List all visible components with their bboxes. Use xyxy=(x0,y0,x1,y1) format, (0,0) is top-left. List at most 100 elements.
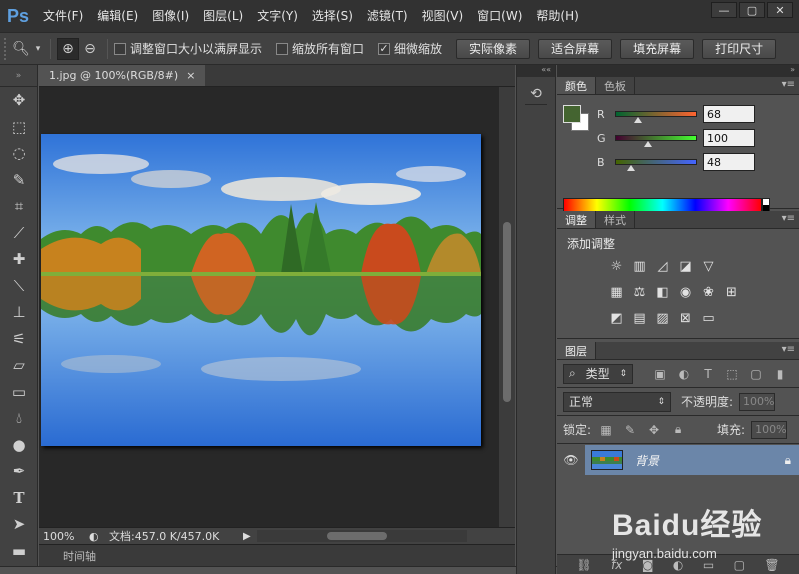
vertical-scrollbar[interactable] xyxy=(499,87,515,527)
fill-screen-button[interactable]: 填充屏幕 xyxy=(620,38,695,59)
tab-adjustments[interactable]: 调整 xyxy=(557,211,596,228)
photo-filter-icon[interactable]: ◉ xyxy=(676,283,695,302)
invert-icon[interactable]: ◩ xyxy=(607,309,626,328)
lock-transparent-pixels-icon[interactable]: ▦ xyxy=(597,421,615,439)
lasso-tool-icon[interactable]: ◌ xyxy=(0,140,38,167)
new-layer-icon[interactable]: ▢ xyxy=(734,558,745,572)
quick-selection-tool-icon[interactable]: ✎ xyxy=(0,167,38,194)
resize-windows-option[interactable]: 调整窗口大小以满屏显示 xyxy=(114,40,262,57)
menu-select[interactable]: 选择(S) xyxy=(305,0,360,32)
filter-pixel-icon[interactable]: ▣ xyxy=(651,365,669,383)
menu-window[interactable]: 窗口(W) xyxy=(470,0,529,32)
pen-tool-icon[interactable]: ✒ xyxy=(0,458,38,485)
dock-expand-icon[interactable]: «« xyxy=(517,65,555,77)
brightness-contrast-icon[interactable]: ☼ xyxy=(607,257,626,276)
filter-toggle-icon[interactable]: ▮ xyxy=(771,365,789,383)
vertical-scroll-thumb[interactable] xyxy=(503,222,511,402)
brush-tool-icon[interactable]: ⟍ xyxy=(0,273,38,300)
panel-menu-icon[interactable]: ▾≡ xyxy=(782,79,795,90)
actual-pixels-button[interactable]: 实际像素 xyxy=(456,38,531,59)
tab-swatches[interactable]: 色板 xyxy=(596,77,635,94)
lock-position-icon[interactable]: ✥ xyxy=(645,421,663,439)
dodge-tool-icon[interactable]: ● xyxy=(0,432,38,459)
fill-field[interactable]: 100% xyxy=(751,420,788,439)
status-icon[interactable]: ◐ xyxy=(89,530,103,543)
panel-menu-icon[interactable]: ▾≡ xyxy=(782,213,795,224)
print-size-button[interactable]: 打印尺寸 xyxy=(702,38,777,59)
move-tool-icon[interactable]: ✥ xyxy=(0,87,38,114)
tool-preset-dropdown-icon[interactable]: ▾ xyxy=(32,38,44,60)
healing-brush-tool-icon[interactable]: ✚ xyxy=(0,246,38,273)
layer-style-icon[interactable]: fx xyxy=(611,558,622,572)
threshold-icon[interactable]: ▨ xyxy=(653,309,672,328)
panels-collapse-icon[interactable]: » xyxy=(557,65,799,77)
red-slider[interactable] xyxy=(615,111,697,123)
curves-icon[interactable]: ◿ xyxy=(653,257,672,276)
maximize-button[interactable]: ▢ xyxy=(739,2,765,18)
add-mask-icon[interactable]: ◙ xyxy=(642,558,654,572)
posterize-icon[interactable]: ▤ xyxy=(630,309,649,328)
marquee-tool-icon[interactable]: ⬚ xyxy=(0,114,38,141)
menu-filter[interactable]: 滤镜(T) xyxy=(360,0,415,32)
menu-help[interactable]: 帮助(H) xyxy=(529,0,585,32)
new-group-icon[interactable]: ▭ xyxy=(703,558,714,572)
canvas[interactable] xyxy=(39,87,499,527)
eyedropper-tool-icon[interactable]: ⟋ xyxy=(0,220,38,247)
zoom-all-windows-option[interactable]: 缩放所有窗口 xyxy=(276,40,364,57)
zoom-tool-icon[interactable]: 🔍︎ xyxy=(10,38,32,60)
type-tool-icon[interactable]: T xyxy=(0,485,38,512)
blue-slider[interactable] xyxy=(615,159,697,171)
zoom-out-icon[interactable]: ⊖ xyxy=(79,38,101,60)
status-menu-icon[interactable]: ▶ xyxy=(243,531,251,542)
layer-visibility-eye-icon[interactable]: 👁︎ xyxy=(561,445,581,475)
menu-image[interactable]: 图像(I) xyxy=(145,0,196,32)
blend-mode-select[interactable]: 正常 ⇕ xyxy=(563,391,671,412)
horizontal-scrollbar[interactable] xyxy=(256,530,467,542)
link-layers-icon[interactable]: ⛓ xyxy=(576,558,591,572)
eraser-tool-icon[interactable]: ▱ xyxy=(0,352,38,379)
black-white-ramp[interactable] xyxy=(762,198,770,212)
panel-menu-icon[interactable]: ▾≡ xyxy=(782,344,795,355)
rectangle-tool-icon[interactable]: ▬ xyxy=(0,538,38,565)
close-button[interactable]: ✕ xyxy=(767,2,793,18)
resize-windows-checkbox[interactable] xyxy=(114,42,126,55)
zoom-in-icon[interactable]: ⊕ xyxy=(57,37,79,60)
red-value-field[interactable]: 68 xyxy=(703,105,755,123)
menu-edit[interactable]: 编辑(E) xyxy=(90,0,145,32)
blue-slider-thumb[interactable] xyxy=(627,165,636,171)
tab-layers[interactable]: 图层 xyxy=(557,342,596,359)
menu-layer[interactable]: 图层(L) xyxy=(196,0,250,32)
black-white-icon[interactable]: ◧ xyxy=(653,283,672,302)
filter-type-icon[interactable]: T xyxy=(699,365,717,383)
green-value-field[interactable]: 100 xyxy=(703,129,755,147)
filter-adjustment-icon[interactable]: ◐ xyxy=(675,365,693,383)
channel-mixer-icon[interactable]: ❀ xyxy=(699,283,718,302)
timeline-tab[interactable]: 时间轴 xyxy=(63,548,96,564)
foreground-color-swatch[interactable] xyxy=(563,105,581,123)
layer-filter-kind-select[interactable]: ⌕ 类型 ⇕ xyxy=(563,363,633,384)
new-adjustment-layer-icon[interactable]: ◐ xyxy=(673,558,683,572)
close-tab-icon[interactable]: × xyxy=(186,69,195,82)
hue-saturation-icon[interactable]: ▦ xyxy=(607,283,626,302)
green-slider[interactable] xyxy=(615,135,697,147)
tab-color[interactable]: 颜色 xyxy=(557,77,596,94)
color-balance-icon[interactable]: ⚖ xyxy=(630,283,649,302)
horizontal-scroll-thumb[interactable] xyxy=(326,532,387,540)
layer-row-background[interactable]: 背景 🔒︎ xyxy=(585,445,799,475)
red-slider-thumb[interactable] xyxy=(633,117,642,123)
crop-tool-icon[interactable]: ⌗ xyxy=(0,193,38,220)
filter-smart-object-icon[interactable]: ▢ xyxy=(747,365,765,383)
lock-image-pixels-icon[interactable]: ✎ xyxy=(621,421,639,439)
color-lookup-icon[interactable]: ⊞ xyxy=(722,283,741,302)
path-selection-tool-icon[interactable]: ➤ xyxy=(0,511,38,538)
delete-layer-icon[interactable]: 🗑︎ xyxy=(764,558,779,572)
menu-view[interactable]: 视图(V) xyxy=(415,0,471,32)
scrubby-zoom-checkbox[interactable]: ✓ xyxy=(378,42,391,55)
document-tab[interactable]: 1.jpg @ 100%(RGB/8#) × xyxy=(39,65,206,86)
menu-type[interactable]: 文字(Y) xyxy=(250,0,305,32)
gradient-tool-icon[interactable]: ▭ xyxy=(0,379,38,406)
blur-tool-icon[interactable]: 💧︎ xyxy=(0,405,38,432)
color-spectrum-bar[interactable] xyxy=(563,198,762,212)
selective-color-icon[interactable]: ⊠ xyxy=(676,309,695,328)
history-brush-tool-icon[interactable]: ⚟ xyxy=(0,326,38,353)
